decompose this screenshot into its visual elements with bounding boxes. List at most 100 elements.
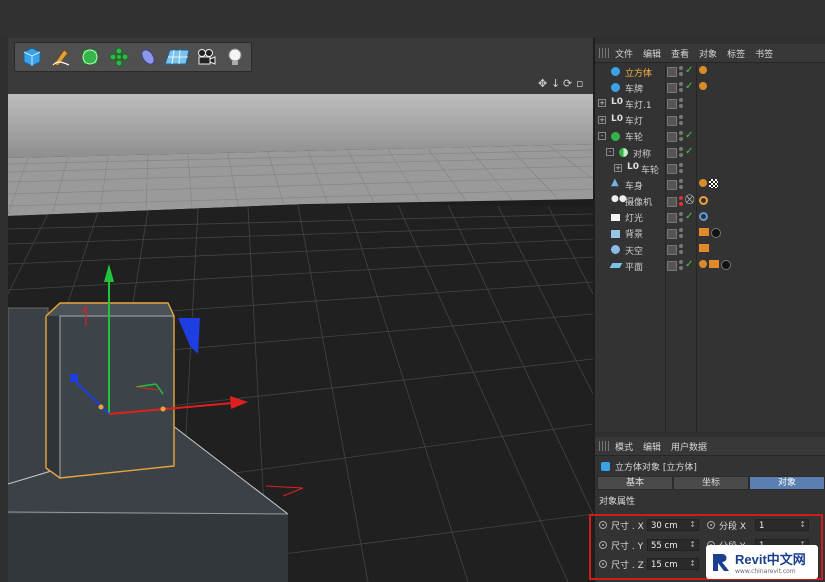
- camera-icon[interactable]: [192, 44, 219, 70]
- rotate-view-icon[interactable]: ⟳: [563, 77, 572, 90]
- visibility-toggle[interactable]: [667, 131, 677, 142]
- material-tag-icon[interactable]: [721, 260, 731, 271]
- visibility-toggle[interactable]: [667, 196, 677, 207]
- render-dots[interactable]: [679, 227, 683, 240]
- menu-bookmarks[interactable]: 书签: [755, 47, 773, 60]
- render-dots[interactable]: [679, 179, 683, 191]
- expand-icon[interactable]: +: [614, 164, 622, 173]
- tab-basic[interactable]: 基本: [597, 476, 673, 490]
- menu-view[interactable]: 查看: [671, 47, 689, 60]
- menu-user-data[interactable]: 用户数据: [671, 440, 707, 453]
- move-view-icon[interactable]: ✥: [538, 77, 547, 90]
- array-icon[interactable]: [105, 44, 132, 70]
- render-dots[interactable]: [679, 130, 683, 143]
- render-dots[interactable]: [679, 146, 683, 159]
- visibility-toggle[interactable]: [667, 245, 677, 256]
- deformer-icon[interactable]: [134, 44, 161, 70]
- protection-tag-icon[interactable]: [699, 195, 708, 205]
- object-row-camera[interactable]: ●● 摄像机 ⛒: [595, 194, 825, 210]
- render-dots[interactable]: [679, 82, 683, 94]
- animate-radio[interactable]: [599, 560, 607, 568]
- segments-x-input[interactable]: 1: [755, 519, 809, 531]
- pen-icon[interactable]: [47, 44, 74, 70]
- expand-icon[interactable]: +: [598, 115, 606, 124]
- render-dots[interactable]: [679, 244, 683, 256]
- visibility-toggle[interactable]: [667, 261, 677, 272]
- compositing-tag-icon[interactable]: [699, 227, 709, 236]
- object-row-cube[interactable]: 立方体 ✓: [595, 64, 825, 80]
- visibility-toggle[interactable]: [667, 99, 677, 110]
- compositing-tag-icon[interactable]: [709, 260, 719, 269]
- target-tag-icon[interactable]: [699, 211, 708, 221]
- enabled-check-icon[interactable]: ✓: [685, 65, 693, 76]
- camera-active-icon[interactable]: ⛒: [685, 195, 694, 205]
- size-z-input[interactable]: 15 cm: [647, 558, 699, 570]
- enabled-check-icon[interactable]: ✓: [685, 211, 693, 222]
- light-icon[interactable]: [221, 44, 248, 70]
- visibility-toggle[interactable]: [667, 180, 677, 191]
- object-row-headlight-1[interactable]: + L0 车灯.1: [595, 96, 825, 112]
- enabled-check-icon[interactable]: ✓: [685, 146, 693, 157]
- visibility-toggle[interactable]: [667, 212, 677, 223]
- enabled-check-icon[interactable]: ✓: [685, 130, 693, 141]
- phong-tag-icon[interactable]: [699, 82, 707, 91]
- menu-edit[interactable]: 编辑: [643, 440, 661, 453]
- cube-icon[interactable]: [18, 44, 45, 70]
- object-row-background[interactable]: 背景: [595, 226, 825, 242]
- tab-coordinates[interactable]: 坐标: [673, 476, 749, 490]
- panel-grip-icon[interactable]: [599, 48, 609, 58]
- animate-radio[interactable]: [707, 521, 715, 529]
- collapse-icon[interactable]: -: [606, 147, 614, 156]
- visibility-toggle[interactable]: [667, 164, 677, 175]
- floor-icon[interactable]: [163, 44, 190, 70]
- menu-object[interactable]: 对象: [699, 47, 717, 60]
- menu-tags[interactable]: 标签: [727, 47, 745, 60]
- object-row-headlight[interactable]: + L0 车灯: [595, 113, 825, 129]
- visibility-toggle[interactable]: [667, 228, 677, 239]
- render-dots[interactable]: [679, 163, 683, 175]
- size-x-input[interactable]: 30 cm: [647, 519, 699, 531]
- visibility-toggle[interactable]: [667, 83, 677, 94]
- object-row-wheel[interactable]: - 车轮 ✓: [595, 129, 825, 145]
- menu-file[interactable]: 文件: [615, 47, 633, 60]
- phong-tag-icon[interactable]: [699, 66, 707, 74]
- size-y-input[interactable]: 55 cm: [647, 539, 699, 551]
- menu-mode[interactable]: 模式: [615, 440, 633, 453]
- render-dots[interactable]: [679, 211, 683, 224]
- compositing-tag-icon[interactable]: [699, 244, 709, 253]
- collapse-icon[interactable]: -: [598, 131, 606, 140]
- object-row-wheel-null[interactable]: + L0 车轮: [595, 161, 825, 177]
- enabled-check-icon[interactable]: ✓: [685, 259, 693, 270]
- visibility-toggle[interactable]: [667, 147, 677, 158]
- render-dots[interactable]: [679, 260, 683, 272]
- material-tag-icon[interactable]: [709, 179, 718, 189]
- tab-object[interactable]: 对象: [749, 476, 825, 490]
- expand-icon[interactable]: +: [598, 99, 606, 108]
- render-dots[interactable]: [679, 98, 683, 110]
- object-row-car-body[interactable]: ▲ 车身: [595, 177, 825, 193]
- material-tag-icon[interactable]: [711, 227, 721, 238]
- field-label: 尺寸 . X: [611, 521, 644, 532]
- tag-area: [699, 211, 708, 221]
- object-row-sky[interactable]: 天空: [595, 242, 825, 258]
- animate-radio[interactable]: [599, 521, 607, 529]
- visibility-toggle[interactable]: [667, 115, 677, 126]
- zoom-view-icon[interactable]: ↓: [551, 77, 560, 90]
- 3d-viewport[interactable]: [8, 94, 593, 582]
- visibility-toggle[interactable]: [667, 67, 677, 77]
- phong-tag-icon[interactable]: [699, 179, 707, 188]
- menu-edit[interactable]: 编辑: [643, 47, 661, 60]
- enabled-check-icon[interactable]: ✓: [685, 81, 693, 92]
- object-row-light[interactable]: 灯光 ✓: [595, 210, 825, 226]
- phong-tag-icon[interactable]: [699, 260, 707, 269]
- object-row-symmetry[interactable]: - 对称 ✓: [595, 145, 825, 161]
- animate-radio[interactable]: [599, 541, 607, 549]
- render-dots[interactable]: [679, 66, 683, 78]
- object-row-plane[interactable]: 平面 ✓: [595, 258, 825, 274]
- subdivision-icon[interactable]: [76, 44, 103, 70]
- render-dots[interactable]: [679, 114, 683, 127]
- panel-grip-icon[interactable]: [599, 441, 609, 451]
- maximize-view-icon[interactable]: ▫: [576, 77, 583, 90]
- object-row-license-plate[interactable]: 车牌 ✓: [595, 80, 825, 96]
- render-dots[interactable]: [679, 195, 683, 208]
